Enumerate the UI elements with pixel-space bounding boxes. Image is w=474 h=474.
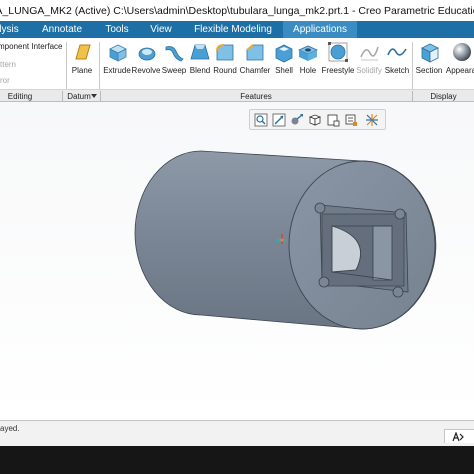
view-toolbar <box>249 109 386 130</box>
separator <box>99 42 100 90</box>
tab-tools[interactable]: Tools <box>101 21 133 38</box>
plane-label: Plane <box>71 66 93 75</box>
extrude-icon <box>109 44 127 62</box>
saved-views-icon[interactable] <box>326 113 340 127</box>
display-group-label[interactable]: Display <box>413 90 474 102</box>
round-button[interactable]: Round <box>212 40 238 84</box>
solidify-icon <box>360 46 379 61</box>
plane-icon <box>75 44 91 60</box>
section-label: Section <box>415 66 443 75</box>
sketch-button[interactable]: Sketch <box>384 40 410 84</box>
revolve-button[interactable]: Revolve <box>132 40 160 84</box>
chamfer-button[interactable]: Chamfer <box>240 40 270 84</box>
chamfer-icon <box>246 44 264 61</box>
tab-annotate[interactable]: Annotate <box>37 21 87 38</box>
plane-button[interactable]: Plane <box>69 40 95 84</box>
appearance-button[interactable]: Appeara <box>445 40 474 84</box>
status-icon-area <box>444 429 474 443</box>
sketch-icon <box>387 48 407 56</box>
blend-icon <box>190 44 210 60</box>
revolve-label: Revolve <box>131 66 161 75</box>
hole-icon <box>298 45 318 61</box>
freestyle-icon <box>328 42 348 62</box>
chamfer-label: Chamfer <box>239 66 271 75</box>
sketch-label: Sketch <box>384 66 410 75</box>
features-group-label[interactable]: Features <box>101 90 411 102</box>
sweep-button[interactable]: Sweep <box>161 40 187 84</box>
freestyle-label: Freestyle <box>321 66 355 75</box>
section-button[interactable]: Section <box>415 40 443 84</box>
extrude-button[interactable]: Extrude <box>103 40 131 84</box>
sweep-label: Sweep <box>161 66 187 75</box>
zoom-to-fit-icon[interactable] <box>254 113 268 127</box>
hole-button[interactable]: Hole <box>296 40 320 84</box>
separator <box>412 42 413 90</box>
selection-filter-icon[interactable] <box>451 432 465 442</box>
shell-icon <box>275 44 293 63</box>
pan-zoom-icon[interactable] <box>290 113 304 127</box>
appearance-icon <box>453 43 471 61</box>
spin-center-icon[interactable] <box>365 113 379 127</box>
shell-button[interactable]: Shell <box>272 40 296 84</box>
mirror-item[interactable]: ror <box>0 76 10 85</box>
ribbon-tab-strip: lysis Annotate Tools View Flexible Model… <box>0 21 474 38</box>
round-icon <box>216 44 234 61</box>
status-bar: ayed. <box>0 420 474 446</box>
creo-window: { "window": { "title": "TUBULARA_LUNGA_M… <box>0 0 474 474</box>
shell-label: Shell <box>275 66 293 75</box>
tab-applications[interactable]: Applications <box>283 21 357 38</box>
hole-label: Hole <box>299 66 317 75</box>
round-label: Round <box>213 66 237 75</box>
blend-label: Blend <box>189 66 211 75</box>
zoom-in-icon[interactable] <box>272 113 286 127</box>
revolve-icon <box>138 47 156 61</box>
extrude-label: Extrude <box>103 66 131 75</box>
datum-dropdown-icon[interactable] <box>91 94 97 98</box>
section-icon <box>421 43 439 63</box>
status-message: ayed. <box>0 424 20 433</box>
display-style-icon[interactable] <box>308 113 322 127</box>
cylinder-model[interactable] <box>0 102 474 420</box>
tab-view[interactable]: View <box>146 21 176 38</box>
separator <box>66 42 67 90</box>
title-bar: TUBULARA_LUNGA_MK2 (Active) C:\Users\adm… <box>0 0 474 21</box>
ribbon-group-bar: Editing Datum Features Display <box>0 89 474 102</box>
solidify-button[interactable]: Solidify <box>356 40 382 84</box>
freestyle-button[interactable]: Freestyle <box>321 40 355 84</box>
sweep-icon <box>165 46 184 62</box>
blend-button[interactable]: Blend <box>188 40 212 84</box>
editing-group-label[interactable]: Editing <box>0 90 40 102</box>
solidify-label: Solidify <box>356 66 382 75</box>
component-interface-item[interactable]: mponent Interface <box>0 42 62 51</box>
datum-display-icon[interactable] <box>344 113 358 127</box>
taskbar-strip <box>0 446 474 474</box>
tab-analysis[interactable]: lysis <box>0 21 20 38</box>
window-title: TUBULARA_LUNGA_MK2 (Active) C:\Users\adm… <box>0 4 474 17</box>
tab-flexible-modeling[interactable]: Flexible Modeling <box>190 21 276 38</box>
appearance-label: Appeara <box>445 66 474 75</box>
pattern-item[interactable]: ttern <box>0 60 16 69</box>
